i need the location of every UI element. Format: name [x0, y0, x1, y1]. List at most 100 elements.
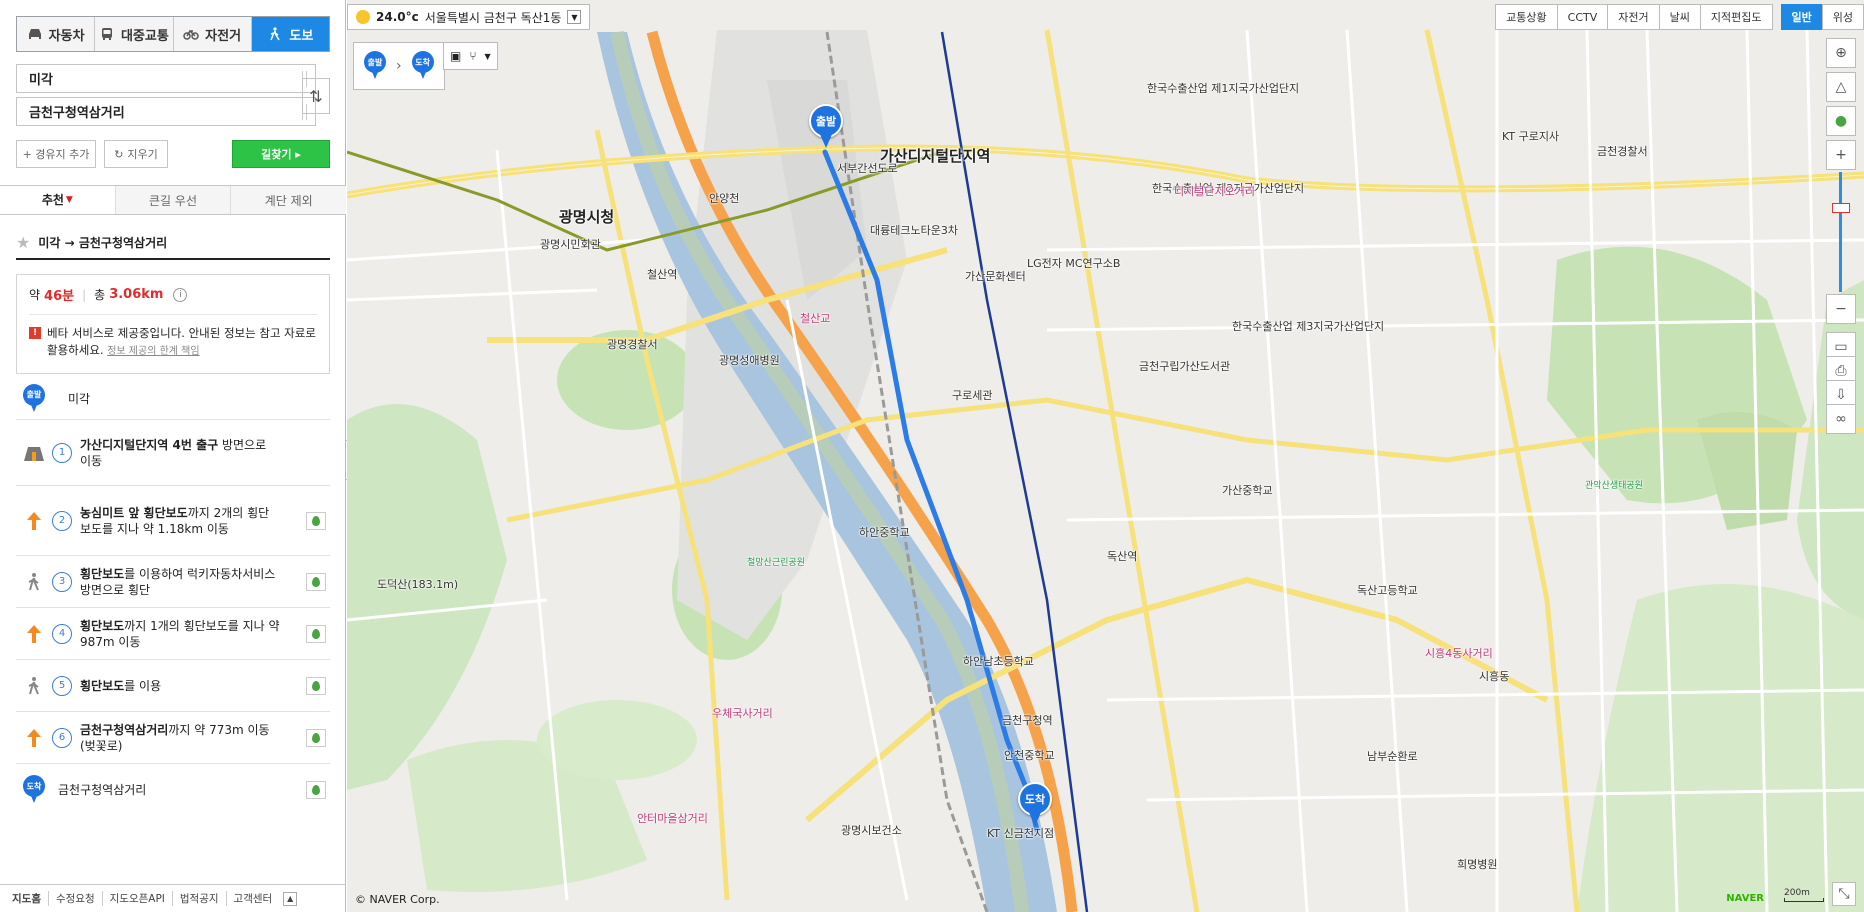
footer-link-legal[interactable]: 법적공지: [171, 891, 226, 906]
map-label[interactable]: 도덕산(183.1m): [377, 576, 458, 592]
tab-no-stairs[interactable]: 계단 제외: [230, 186, 347, 214]
map-type-satellite-button[interactable]: 위성: [1821, 4, 1864, 30]
bus-icon[interactable]: ▣: [450, 49, 461, 63]
mini-route-summary[interactable]: 출발 › 도착: [353, 42, 445, 90]
star-icon[interactable]: ★: [16, 233, 30, 252]
map-type-normal-button[interactable]: 일반: [1780, 4, 1822, 30]
layer-cadastral-button[interactable]: 지적편집도: [1699, 4, 1773, 30]
current-location-button[interactable]: ⊕: [1826, 38, 1856, 68]
chevron-up-icon[interactable]: ▲: [283, 891, 298, 906]
map-label[interactable]: 철망산근린공원: [747, 555, 805, 568]
info-icon[interactable]: i: [173, 287, 188, 302]
map-label[interactable]: 독산고등학교: [1357, 582, 1418, 598]
map-label[interactable]: 우체국사거리: [712, 705, 773, 721]
map-label[interactable]: 안터마을삼거리: [637, 810, 708, 826]
map-label[interactable]: 금천경찰서: [1597, 143, 1648, 159]
map-label[interactable]: 금천구립가산도서관: [1139, 358, 1230, 374]
map-label[interactable]: 희명병원: [1457, 856, 1497, 872]
add-waypoint-button[interactable]: + 경유지 추가: [16, 140, 96, 168]
bus-icon: [101, 28, 112, 40]
mode-transit-button[interactable]: 대중교통: [95, 17, 174, 51]
locate-step-button[interactable]: [306, 676, 326, 695]
map-label[interactable]: 디지털단지오거리: [1174, 183, 1255, 199]
map-label[interactable]: 남부순환로: [1367, 748, 1418, 764]
zoom-out-button[interactable]: −: [1826, 294, 1856, 324]
step-number: 2: [52, 510, 72, 531]
map-label[interactable]: 서부간선도로: [837, 160, 898, 176]
locate-step-button[interactable]: [306, 728, 326, 747]
restaurant-icon[interactable]: ⑂: [469, 49, 476, 63]
map-label[interactable]: 광명시민회관: [540, 236, 601, 252]
zoom-slider-handle[interactable]: [1832, 203, 1850, 213]
search-route-button[interactable]: 길찾기 ▸: [232, 140, 330, 168]
layer-weather-button[interactable]: 날씨: [1658, 4, 1700, 30]
route-step[interactable]: 4 횡단보도까지 1개의 횡단보도를 지나 약 987m 이동: [16, 608, 330, 660]
route-actions: + 경유지 추가 ↻ 지우기 길찾기 ▸: [16, 140, 330, 168]
destination-input[interactable]: 금천구청역삼거리: [16, 97, 316, 126]
weather-widget[interactable]: 24.0°c 서울특별시 금천구 독산1동 ▼: [347, 4, 591, 30]
footer-link-report[interactable]: 수정요청: [47, 891, 102, 906]
tab-recommended[interactable]: 추천 ▼: [0, 186, 115, 214]
map-label[interactable]: 가산중학교: [1222, 482, 1273, 498]
map-label[interactable]: 구로세관: [952, 387, 992, 403]
notice-link[interactable]: 정보 제공의 한계 책임: [107, 346, 199, 357]
locate-step-button[interactable]: [306, 781, 326, 799]
chevron-down-icon[interactable]: ▼: [567, 10, 582, 24]
mode-walk-button[interactable]: 도보: [251, 17, 329, 51]
clear-label: 지우기: [127, 148, 158, 161]
mode-bicycle-button[interactable]: 자전거: [173, 17, 252, 51]
map-label[interactable]: 독산역: [1107, 548, 1137, 564]
map-canvas[interactable]: 광명시청 광명시민회관 철산역 가산디지털단지역 한국수출산업 제1지국가산업단지 한국수…: [347, 0, 1864, 912]
footer-link-api[interactable]: 지도오픈API: [101, 891, 172, 906]
map-label[interactable]: 광명성애병원: [719, 352, 780, 368]
map-label[interactable]: 안천중학교: [1004, 747, 1055, 763]
footer-link-home[interactable]: 지도홈: [12, 891, 48, 906]
step-end[interactable]: 도착 금천구청역삼거리: [16, 764, 330, 816]
street-view-button[interactable]: △: [1826, 72, 1856, 102]
pin-button[interactable]: ●: [1826, 106, 1856, 136]
zoom-slider-track[interactable]: [1839, 172, 1842, 292]
route-start-marker[interactable]: 출발: [809, 104, 843, 150]
chevron-down-icon[interactable]: ▼: [485, 52, 491, 61]
map-label[interactable]: 관악산생태공원: [1585, 478, 1643, 491]
map-label[interactable]: 한국수출산업 제3지국가산업단지: [1232, 318, 1384, 334]
route-step[interactable]: 3 횡단보도를 이용하여 럭키자동차서비스 방면으로 횡단: [16, 556, 330, 608]
route-step[interactable]: 6 금천구청역삼거리까지 약 773m 이동(벚꽃로): [16, 712, 330, 764]
footer-link-support[interactable]: 고객센터: [225, 891, 280, 906]
map-label[interactable]: 안양천: [709, 190, 739, 206]
map-label[interactable]: LG전자 MC연구소B: [1027, 255, 1120, 271]
locate-step-button[interactable]: [306, 624, 326, 643]
locate-step-button[interactable]: [306, 511, 326, 530]
map-label[interactable]: 가산문화센터: [965, 268, 1026, 284]
route-step[interactable]: 5 횡단보도를 이용: [16, 660, 330, 712]
route-step[interactable]: 1 가산디지털단지역 4번 출구 방면으로 이동: [16, 420, 330, 486]
map-label[interactable]: 철산역: [647, 266, 677, 282]
map-label[interactable]: 대륭테크노타운3차: [870, 222, 958, 238]
map-label[interactable]: 하안중학교: [859, 524, 910, 540]
tab-main-road[interactable]: 큰길 우선: [114, 186, 231, 214]
expand-map-button[interactable]: ⤡: [1832, 882, 1856, 906]
mode-car-button[interactable]: 자동차: [17, 17, 96, 51]
origin-input[interactable]: 미각: [16, 64, 316, 93]
share-link-button[interactable]: ∞: [1826, 404, 1856, 434]
route-step[interactable]: 2 농심미트 앞 횡단보도까지 2개의 횡단보도를 지나 약 1.18km 이동: [16, 486, 330, 556]
map-label[interactable]: 금천구청역: [1002, 712, 1053, 728]
zoom-in-button[interactable]: +: [1826, 140, 1856, 170]
map-label[interactable]: 한국수출산업 제1지국가산업단지: [1147, 80, 1299, 96]
map-label[interactable]: KT 구로지사: [1502, 128, 1559, 144]
layer-cctv-button[interactable]: CCTV: [1556, 4, 1608, 30]
map-label[interactable]: 철산교: [800, 310, 830, 326]
layer-traffic-button[interactable]: 교통상황: [1495, 4, 1557, 30]
map-label[interactable]: 시흥4동사거리: [1425, 645, 1493, 661]
map-label[interactable]: 광명시보건소: [841, 822, 902, 838]
map-label[interactable]: 시흥동: [1479, 668, 1509, 684]
layer-bicycle-button[interactable]: 자전거: [1607, 4, 1659, 30]
map-label[interactable]: 광명경찰서: [607, 336, 658, 352]
route-end-marker[interactable]: 도착: [1018, 782, 1052, 828]
locate-step-button[interactable]: [306, 572, 326, 591]
map-label[interactable]: 하안남초등학교: [963, 653, 1034, 669]
step-start[interactable]: 출발 미각: [16, 378, 330, 420]
map-label[interactable]: 광명시청: [559, 206, 614, 227]
clear-button[interactable]: ↻ 지우기: [104, 140, 168, 168]
swap-direction-button[interactable]: ⇅: [302, 78, 330, 114]
